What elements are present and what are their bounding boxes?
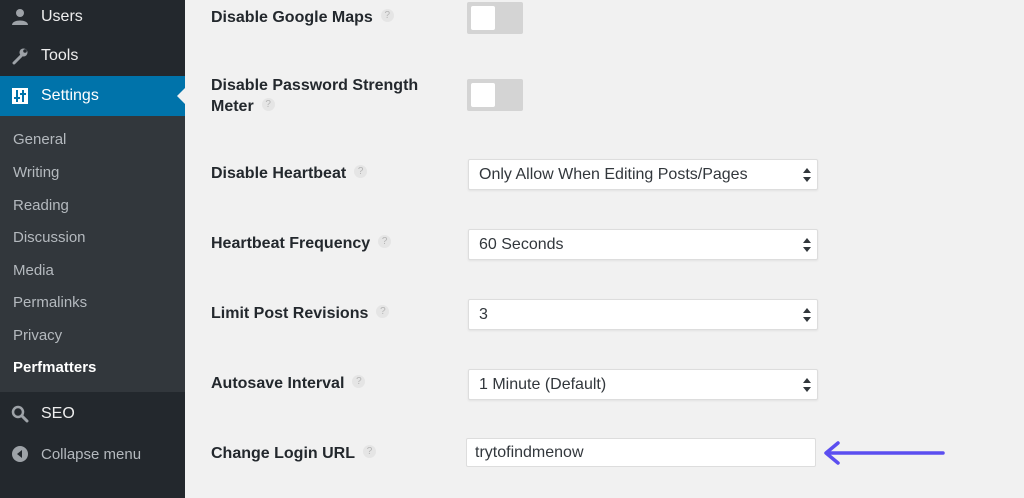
label-disable-google-maps: Disable Google Maps? bbox=[211, 7, 394, 28]
help-icon[interactable]: ? bbox=[261, 98, 275, 112]
help-icon[interactable]: ? bbox=[380, 9, 394, 23]
menu-item-seo[interactable]: SEO bbox=[0, 394, 185, 434]
help-icon[interactable]: ? bbox=[376, 305, 390, 319]
submenu-perfmatters[interactable]: Perfmatters bbox=[13, 359, 96, 376]
toggle-disable-google-maps[interactable] bbox=[467, 2, 523, 34]
help-icon[interactable]: ? bbox=[362, 445, 376, 459]
label-limit-post-revisions: Limit Post Revisions? bbox=[211, 303, 390, 324]
toggle-knob bbox=[471, 6, 495, 30]
collapse-arrow-icon bbox=[10, 444, 30, 464]
menu-item-users[interactable]: Users bbox=[0, 0, 185, 37]
menu-label-tools: Tools bbox=[41, 47, 79, 64]
annotation-arrow-icon bbox=[824, 441, 945, 465]
select-limit-post-revisions[interactable]: 3 bbox=[468, 299, 818, 330]
select-disable-heartbeat[interactable]: Only Allow When Editing Posts/Pages bbox=[468, 159, 818, 190]
select-arrows-icon bbox=[803, 168, 811, 182]
submenu-permalinks[interactable]: Permalinks bbox=[13, 294, 87, 311]
menu-label-seo: SEO bbox=[41, 405, 75, 422]
select-heartbeat-frequency[interactable]: 60 Seconds bbox=[468, 229, 818, 260]
submenu-discussion[interactable]: Discussion bbox=[13, 229, 86, 246]
submenu-privacy[interactable]: Privacy bbox=[13, 327, 62, 344]
submenu-media[interactable]: Media bbox=[13, 262, 54, 279]
submenu-writing[interactable]: Writing bbox=[13, 164, 59, 181]
wrench-icon bbox=[10, 46, 30, 66]
search-icon bbox=[10, 404, 30, 424]
login-url-input[interactable] bbox=[466, 438, 816, 467]
settings-submenu: General Writing Reading Discussion Media… bbox=[0, 116, 185, 392]
collapse-menu-button[interactable]: Collapse menu bbox=[0, 434, 185, 474]
label-autosave-interval: Autosave Interval? bbox=[211, 373, 366, 394]
select-arrows-icon bbox=[803, 378, 811, 392]
label-disable-heartbeat: Disable Heartbeat? bbox=[211, 163, 368, 184]
label-heartbeat-frequency: Heartbeat Frequency? bbox=[211, 233, 392, 254]
help-icon[interactable]: ? bbox=[354, 165, 368, 179]
select-arrows-icon bbox=[803, 308, 811, 322]
label-change-login-url: Change Login URL? bbox=[211, 443, 376, 464]
submenu-reading[interactable]: Reading bbox=[13, 197, 69, 214]
toggle-disable-password-meter[interactable] bbox=[467, 79, 523, 111]
menu-label-settings: Settings bbox=[41, 87, 99, 104]
select-arrows-icon bbox=[803, 238, 811, 252]
collapse-menu-label: Collapse menu bbox=[41, 445, 142, 463]
users-icon bbox=[10, 7, 30, 27]
help-icon[interactable]: ? bbox=[352, 375, 366, 389]
menu-label-users: Users bbox=[41, 8, 83, 25]
settings-icon bbox=[10, 86, 30, 106]
label-disable-password-meter: Disable Password Strength Meter? bbox=[211, 77, 419, 115]
admin-sidebar: Users Tools Settings General Writing Rea… bbox=[0, 0, 185, 498]
menu-item-settings[interactable]: Settings bbox=[0, 76, 185, 116]
menu-item-tools[interactable]: Tools bbox=[0, 36, 185, 76]
submenu-general[interactable]: General bbox=[13, 131, 66, 148]
help-icon[interactable]: ? bbox=[378, 235, 392, 249]
toggle-knob bbox=[471, 83, 495, 107]
select-autosave-interval[interactable]: 1 Minute (Default) bbox=[468, 369, 818, 400]
